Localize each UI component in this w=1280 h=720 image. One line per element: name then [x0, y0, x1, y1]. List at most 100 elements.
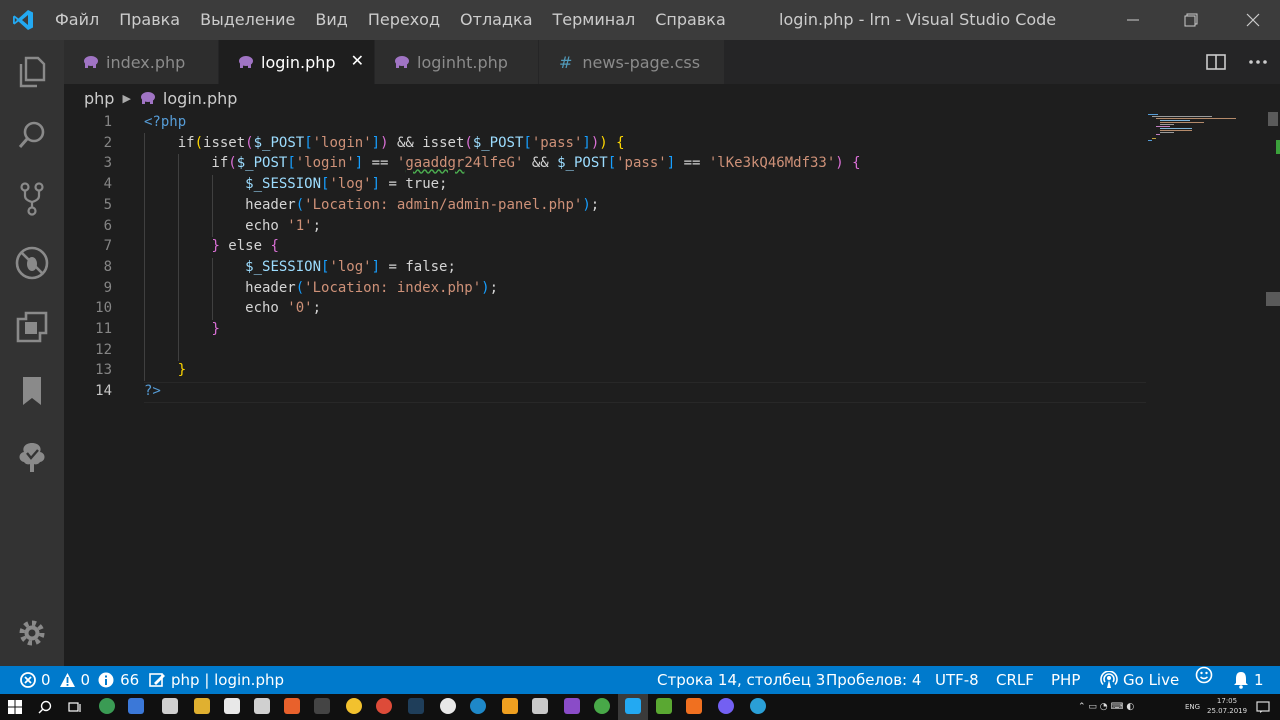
menu-terminal[interactable]: Терминал [543, 0, 646, 40]
menu-edit[interactable]: Правка [109, 0, 190, 40]
bookmarks-button[interactable] [0, 362, 64, 420]
line-number: 8 [103, 258, 112, 275]
taskbar-app-icon[interactable] [656, 698, 672, 714]
tab-loginht-php[interactable]: loginht.php [375, 40, 539, 84]
line-number: 11 [95, 321, 112, 337]
minimap[interactable] [1146, 112, 1264, 152]
line-number: 5 [103, 196, 112, 213]
notification-center-icon[interactable] [1256, 700, 1270, 714]
close-window-button[interactable] [1230, 0, 1276, 40]
code-line: if($_POST['login'] == 'gaaddgr24lfeG' &&… [144, 155, 861, 172]
menu-go[interactable]: Переход [358, 0, 450, 40]
taskbar-app-icon[interactable] [162, 698, 178, 714]
photoshop-icon[interactable] [408, 698, 424, 714]
taskbar-app-icon[interactable] [254, 698, 270, 714]
chrome-icon[interactable] [376, 698, 392, 714]
windows-taskbar: ⌃ ▭ ◔ ⌨ ◐ ENG 17:05 25.07.2019 [0, 694, 1280, 720]
cursor-position[interactable]: Строка 14, столбец 3 [657, 666, 825, 694]
search-icon [18, 121, 45, 148]
notifications-button[interactable]: 1 [1233, 666, 1264, 694]
explorer-button[interactable] [0, 43, 64, 101]
code-line: header('Location: index.php'); [144, 279, 499, 296]
taskbar-app-icon[interactable] [532, 698, 548, 714]
menu-view[interactable]: Вид [305, 0, 357, 40]
windows-start-icon[interactable] [8, 700, 22, 714]
code-line: } [211, 321, 220, 337]
taskbar-app-icon[interactable] [594, 698, 610, 714]
search-button[interactable] [0, 106, 64, 164]
file-edit-icon [149, 673, 165, 687]
line-number: 10 [95, 300, 112, 317]
menu-file[interactable]: Файл [45, 0, 109, 40]
code-editor[interactable]: 1 2 3 4 5 6 7 8 9 10 11 12 13 14 <?php i… [64, 112, 1146, 666]
debug-button[interactable] [0, 234, 64, 292]
scrollbar-thumb[interactable] [1268, 112, 1278, 126]
line-number: 13 [95, 362, 112, 379]
visual-studio-icon[interactable] [564, 698, 580, 714]
taskbar-app-icon[interactable] [440, 698, 456, 714]
feedback-button[interactable] [1195, 666, 1213, 684]
taskbar-app-icon[interactable] [224, 698, 240, 714]
line-number: 7 [103, 238, 112, 255]
search-icon[interactable] [38, 700, 52, 714]
line-number: 6 [103, 217, 112, 234]
breadcrumb-folder[interactable]: php [84, 89, 114, 108]
bookmark-icon [23, 377, 41, 405]
menu-selection[interactable]: Выделение [190, 0, 305, 40]
vscode-taskbar-icon[interactable] [625, 698, 641, 714]
vertical-scrollbar[interactable] [1264, 112, 1280, 666]
xampp-icon[interactable] [686, 698, 702, 714]
tab-label: login.php [261, 52, 336, 72]
breadcrumb-file[interactable]: login.php [163, 89, 238, 108]
split-editor-button[interactable] [1196, 40, 1236, 84]
line-endings[interactable]: CRLF [996, 666, 1034, 694]
minimize-button[interactable] [1110, 0, 1156, 40]
restore-button[interactable] [1168, 0, 1214, 40]
taskbar-app-icon[interactable] [346, 698, 362, 714]
viber-icon[interactable] [718, 698, 734, 714]
php-elephant-icon [140, 92, 155, 104]
tab-login-php[interactable]: login.php ✕ [219, 40, 375, 84]
menu-help[interactable]: Справка [645, 0, 736, 40]
window-title: login.php - lrn - Visual Studio Code [779, 10, 1057, 29]
smiley-icon [1195, 666, 1213, 684]
taskbar-app-icon[interactable] [470, 698, 486, 714]
go-live-button[interactable]: Go Live [1100, 666, 1179, 694]
files-icon [19, 56, 46, 88]
sublime-icon[interactable] [502, 698, 518, 714]
tab-news-page-css[interactable]: # news-page.css [539, 40, 725, 84]
live-share-button[interactable] [0, 428, 64, 486]
line-number: 3 [103, 155, 112, 172]
extensions-button[interactable] [0, 298, 64, 356]
taskbar-app-icon[interactable] [128, 698, 144, 714]
problems-indicator[interactable]: 0 0 66 [20, 666, 139, 694]
taskbar-app-icon[interactable] [284, 698, 300, 714]
chevron-right-icon: ▶ [122, 91, 131, 105]
php-elephant-icon [84, 56, 98, 68]
tab-label: loginht.php [417, 52, 508, 72]
menu-debug[interactable]: Отладка [450, 0, 542, 40]
indentation[interactable]: Пробелов: 4 [826, 666, 921, 694]
tab-index-php[interactable]: index.php [64, 40, 219, 84]
line-number: 14 [95, 383, 112, 400]
scrollbar-marker [1276, 140, 1280, 154]
tray-icons[interactable]: ⌃ ▭ ◔ ⌨ ◐ [1078, 694, 1134, 720]
current-line-highlight [144, 382, 1146, 403]
task-view-icon[interactable] [68, 700, 82, 714]
source-control-button[interactable] [0, 170, 64, 228]
clock[interactable]: 17:05 25.07.2019 [1207, 696, 1247, 716]
taskbar-app-icon[interactable] [99, 698, 115, 714]
encoding[interactable]: UTF-8 [935, 666, 979, 694]
telegram-icon[interactable] [750, 698, 766, 714]
more-actions-button[interactable] [1238, 40, 1278, 84]
line-number: 4 [103, 176, 112, 193]
language-mode[interactable]: PHP [1051, 666, 1080, 694]
keyboard-language[interactable]: ENG [1185, 694, 1200, 720]
close-tab-icon[interactable]: ✕ [351, 51, 364, 70]
gear-icon [19, 620, 45, 646]
taskbar-app-icon[interactable] [314, 698, 330, 714]
code-line: $_SESSION['log'] = true; [245, 176, 448, 193]
taskbar-app-icon[interactable] [194, 698, 210, 714]
status-breadcrumb[interactable]: php | login.php [149, 666, 284, 694]
settings-button[interactable] [0, 604, 64, 662]
